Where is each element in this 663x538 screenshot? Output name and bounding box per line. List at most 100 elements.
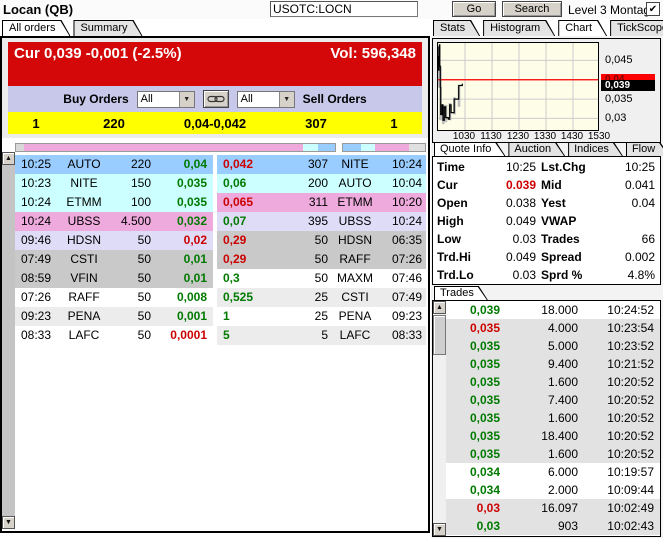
trade-size: 1.600 [500, 409, 578, 427]
trade-row[interactable]: 0,0346.00010:19:57 [446, 463, 660, 481]
bid-price: 0,02 [151, 231, 213, 250]
tab-view-histogram[interactable]: Histogram [483, 20, 555, 36]
bid-size: 50 [111, 269, 151, 288]
y-axis-label: 0,045 [605, 54, 633, 66]
bid-row[interactable]: 10:24UBSS4.5000,032 [15, 212, 213, 231]
trade-row[interactable]: 0,03518.40010:20:52 [446, 427, 660, 445]
tab-view-tickscope[interactable]: TickScope [610, 20, 663, 36]
bid-mm: NITE [57, 174, 111, 193]
montage-checkbox[interactable]: ✔ [646, 2, 660, 16]
ask-row[interactable]: 0,065311ETMM10:20 [217, 193, 426, 212]
trade-row[interactable]: 0,0351.60010:20:52 [446, 445, 660, 463]
trade-row[interactable]: 0,0390310:02:43 [446, 517, 660, 535]
buy-orders-label: Buy Orders [63, 92, 128, 106]
trade-price: 0,035 [446, 445, 500, 463]
buy-filter-select[interactable]: All ▼ [137, 91, 195, 108]
trade-size: 16.097 [500, 499, 578, 517]
trade-size: 6.000 [500, 463, 578, 481]
bid-depth-segment [318, 144, 335, 151]
current-price-text: Cur 0,039 -0,001 (-2.5%) [14, 45, 182, 62]
tab-quote-auction[interactable]: Auction [508, 142, 565, 156]
ask-time: 10:04 [382, 174, 426, 193]
ask-depth-segment [409, 144, 425, 151]
tab-quote-quote-info[interactable]: Quote Info [434, 142, 505, 156]
scroll-up-icon[interactable]: ▲ [433, 301, 446, 314]
go-button[interactable]: Go [452, 1, 496, 17]
trade-row[interactable]: 0,0342.00010:09:44 [446, 481, 660, 499]
scrollbar-thumb[interactable] [433, 315, 446, 355]
bid-row[interactable]: 10:25AUTO2200,04 [15, 155, 213, 174]
ask-row[interactable]: 0,07395UBSS10:24 [217, 212, 426, 231]
bid-price: 0,001 [151, 307, 213, 326]
ask-time: 07:46 [382, 269, 426, 288]
bid-row[interactable]: 09:46HDSN500,02 [15, 231, 213, 250]
ask-size: 5 [279, 326, 328, 345]
ask-time: 06:35 [382, 231, 426, 250]
symbol-input[interactable] [270, 1, 418, 17]
ask-mm: NITE [328, 155, 382, 174]
bid-row[interactable]: 10:23NITE1500,035 [15, 174, 213, 193]
bid-row[interactable]: 08:33LAFC500,0001 [15, 326, 213, 345]
ask-row[interactable]: 0,2950HDSN06:35 [217, 231, 426, 250]
last-price-band: 0,039 [601, 80, 655, 91]
bid-price: 0,04 [151, 155, 213, 174]
scroll-down-icon[interactable]: ▼ [433, 523, 446, 536]
view-tab-label: Chart [559, 21, 606, 36]
tab-book-all-orders[interactable]: All orders [2, 20, 70, 36]
scroll-down-icon[interactable]: ▼ [2, 516, 15, 529]
trade-row[interactable]: 0,0355.00010:23:52 [446, 337, 660, 355]
dropdown-arrow-icon[interactable]: ▼ [179, 92, 194, 107]
trades-scrollbar[interactable]: ▲ ▼ [433, 301, 446, 536]
ask-mm: HDSN [328, 231, 382, 250]
bid-row[interactable]: 10:24ETMM1000,035 [15, 193, 213, 212]
sell-orders-label: Sell Orders [303, 92, 367, 106]
trade-row[interactable]: 0,0354.00010:23:54 [446, 319, 660, 337]
trade-row[interactable]: 0,0316.09710:02:49 [446, 499, 660, 517]
trade-time: 10:20:52 [578, 409, 660, 427]
ask-size: 395 [279, 212, 328, 231]
ask-row[interactable]: 0,042307NITE10:24 [217, 155, 426, 174]
ask-depth-segment [375, 144, 409, 151]
quote-label-lst-chg: Lst.Chg [539, 160, 605, 174]
ask-row[interactable]: 0,06200AUTO10:04 [217, 174, 426, 193]
book-scrollbar[interactable]: ▲ ▼ [2, 152, 15, 529]
ask-size: 200 [279, 174, 328, 193]
bid-size: 4.500 [111, 212, 151, 231]
tab-view-stats[interactable]: Stats [433, 20, 480, 36]
ask-row[interactable]: 125PENA09:23 [217, 307, 426, 326]
bid-mm: VFIN [57, 269, 111, 288]
book-row: 09:23PENA500,001125PENA09:23 [15, 307, 428, 326]
trade-time: 10:24:52 [578, 301, 660, 319]
bid-size: 50 [111, 288, 151, 307]
trade-row[interactable]: 0,0351.60010:20:52 [446, 409, 660, 427]
trade-row[interactable]: 0,0351.60010:20:52 [446, 373, 660, 391]
bid-row[interactable]: 07:49CSTI500,01 [15, 250, 213, 269]
bid-row[interactable]: 07:26RAFF500,008 [15, 288, 213, 307]
scroll-up-icon[interactable]: ▲ [2, 152, 15, 165]
tab-quote-flow[interactable]: Flow [626, 142, 663, 156]
ask-time: 07:49 [382, 288, 426, 307]
trade-row[interactable]: 0,0359.40010:21:52 [446, 355, 660, 373]
depth-bars [15, 143, 426, 152]
dropdown-arrow-icon[interactable]: ▼ [279, 92, 294, 107]
bid-time: 07:49 [15, 250, 57, 269]
quote-label-time: Time [435, 160, 481, 174]
link-filters-button[interactable] [203, 90, 229, 108]
bid-row[interactable]: 09:23PENA500,001 [15, 307, 213, 326]
bid-size: 220 [111, 155, 151, 174]
ask-row[interactable]: 0,350MAXM07:46 [217, 269, 426, 288]
tab-trades-trades[interactable]: Trades [434, 286, 488, 300]
tab-book-summary[interactable]: Summary [73, 20, 142, 36]
ask-mm: CSTI [328, 288, 382, 307]
ask-row[interactable]: 55LAFC08:33 [217, 326, 426, 345]
ask-row[interactable]: 0,52525CSTI07:49 [217, 288, 426, 307]
tab-quote-indices[interactable]: Indices [568, 142, 623, 156]
sell-filter-select[interactable]: All ▼ [237, 91, 295, 108]
ask-row[interactable]: 0,2950RAFF07:26 [217, 250, 426, 269]
trade-row[interactable]: 0,0357.40010:20:52 [446, 391, 660, 409]
order-book-panel: Cur 0,039 -0,001 (-2.5%) Vol: 596,348 Bu… [0, 36, 430, 533]
search-button[interactable]: Search [502, 1, 562, 17]
trade-row[interactable]: 0,03918.00010:24:52 [446, 301, 660, 319]
tab-view-chart[interactable]: Chart [558, 20, 607, 36]
bid-row[interactable]: 08:59VFIN500,01 [15, 269, 213, 288]
